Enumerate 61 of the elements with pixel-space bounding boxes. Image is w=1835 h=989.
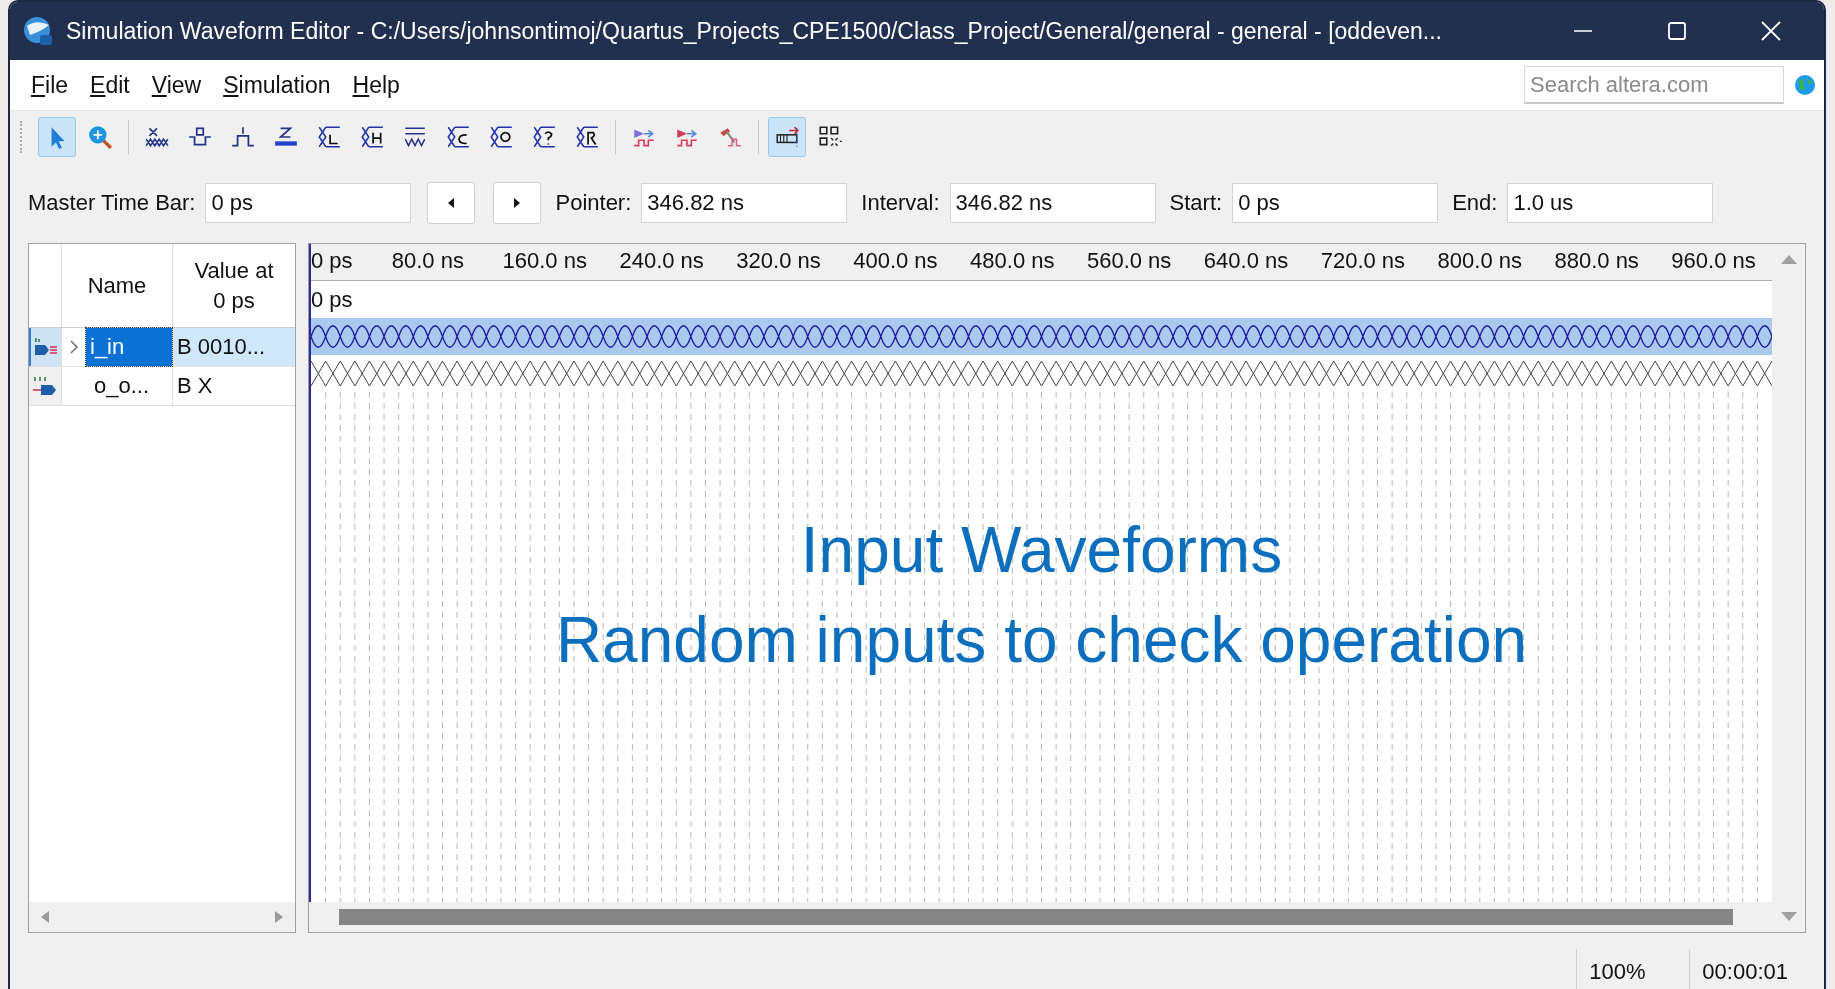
time-label: 400.0 ns bbox=[853, 248, 938, 274]
elapsed-time: 00:00:01 bbox=[1689, 949, 1788, 989]
left-triangle-icon bbox=[447, 198, 456, 208]
time-label: 0 ps bbox=[311, 248, 353, 274]
globe-icon[interactable] bbox=[1794, 74, 1816, 96]
field-label: Start: bbox=[1169, 190, 1223, 216]
time-label: 320.0 ns bbox=[736, 248, 821, 274]
toolbar-button[interactable] bbox=[768, 117, 806, 157]
input-port-icon bbox=[33, 336, 59, 358]
time-field[interactable]: 346.82 ns bbox=[641, 183, 848, 223]
bus-icon bbox=[574, 124, 600, 150]
close-icon[interactable] bbox=[1760, 20, 1782, 42]
time-field[interactable]: 1.0 us bbox=[1507, 183, 1714, 223]
bus-icon bbox=[531, 124, 557, 150]
time-label: 960.0 ns bbox=[1671, 248, 1756, 274]
time-label: 640.0 ns bbox=[1203, 248, 1289, 274]
maximize-icon[interactable] bbox=[1666, 20, 1688, 42]
signal-row[interactable]: i_in B 0010... bbox=[29, 328, 295, 367]
time-label: 880.0 ns bbox=[1554, 248, 1639, 274]
search-field[interactable]: Search altera.com bbox=[1524, 66, 1784, 104]
signal-value: B 0010... bbox=[173, 328, 295, 366]
field-label: Master Time Bar: bbox=[28, 190, 196, 216]
time-label: 800.0 ns bbox=[1437, 248, 1522, 274]
app-icon bbox=[22, 15, 54, 47]
bus-icon bbox=[488, 124, 514, 150]
signal-name: i_in bbox=[86, 328, 172, 366]
output-port-icon bbox=[32, 375, 58, 397]
menu-item[interactable]: File bbox=[22, 67, 78, 103]
bus-icon bbox=[316, 124, 342, 150]
time-label: 80.0 ns bbox=[391, 248, 464, 274]
signal-name: o_o... bbox=[93, 372, 151, 400]
annotation-text: Input Waveforms bbox=[800, 513, 1283, 588]
time-label: 720.0 ns bbox=[1320, 248, 1406, 274]
window-title: Simulation Waveform Editor - C:/Users/johnsontimoj/Quartus_Projects_CPE1500/Class_Project/General/general - general - [oddeven... bbox=[66, 17, 1443, 45]
time-field[interactable]: 0 ps bbox=[1232, 183, 1439, 223]
signal-row[interactable]: o_o... B X bbox=[29, 367, 295, 406]
zoom-icon bbox=[87, 124, 113, 150]
zoom-level: 100% bbox=[1576, 949, 1690, 989]
field-label: Pointer: bbox=[555, 190, 632, 216]
time-label: 480.0 ns bbox=[970, 248, 1055, 274]
menu-item[interactable]: Help bbox=[343, 67, 409, 103]
time-label: 160.0 ns bbox=[502, 248, 587, 274]
field-label: Interval: bbox=[861, 190, 940, 216]
chevron-icon[interactable] bbox=[68, 339, 80, 355]
right-triangle-icon bbox=[513, 198, 522, 208]
menu-item[interactable]: Simulation bbox=[214, 67, 340, 103]
menu-item[interactable]: Edit bbox=[81, 67, 139, 103]
annotation-text: Random inputs to check operation bbox=[555, 602, 1528, 678]
time-label: 240.0 ns bbox=[619, 248, 704, 274]
time-label: 560.0 ns bbox=[1086, 248, 1172, 274]
field-label: End: bbox=[1452, 190, 1498, 216]
bus-icon bbox=[359, 124, 385, 150]
time-field[interactable]: 0 ps bbox=[205, 183, 412, 223]
time-field[interactable]: 346.82 ns bbox=[949, 183, 1156, 223]
column-header[interactable]: Value at 0 ps bbox=[173, 244, 295, 327]
menu-item[interactable]: View bbox=[142, 67, 211, 103]
signal-value: B X bbox=[176, 372, 214, 400]
pulse-icon bbox=[230, 124, 256, 150]
time-bar-label: 0 ps bbox=[311, 286, 353, 313]
bus-icon bbox=[445, 124, 471, 150]
scrollbar-thumb[interactable] bbox=[339, 909, 1733, 925]
